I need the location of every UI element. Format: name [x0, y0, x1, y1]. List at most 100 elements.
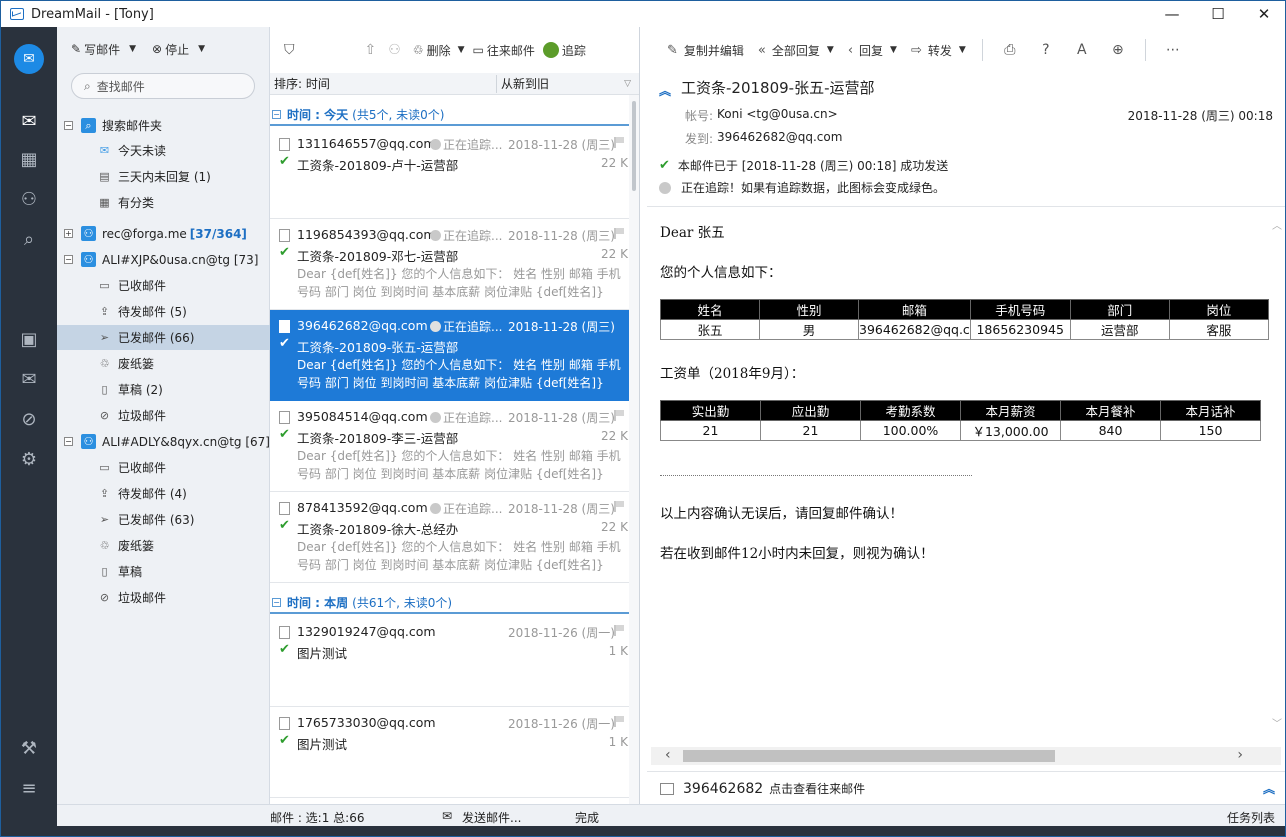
collapse-toggle[interactable]: −	[272, 597, 281, 607]
contacts-icon[interactable]: ⚇	[1, 181, 57, 217]
close-button[interactable]: ✕	[1241, 1, 1285, 27]
sort-dropdown-icon[interactable]: ▽	[624, 79, 631, 89]
tree-outbox[interactable]: ⇪ 待发邮件 (4)	[57, 481, 270, 506]
group-week[interactable]: − 时间 : 本周 (共61个, 未读0个)	[270, 592, 639, 614]
flag-icon[interactable]	[614, 716, 624, 727]
tools-icon[interactable]: ⚒	[1, 730, 57, 766]
tree-inbox[interactable]: ▭ 已收邮件	[57, 455, 270, 480]
tree-inbox[interactable]: ▭ 已收邮件	[57, 273, 270, 298]
message-row-selected[interactable]: 396462682@qq.com 正在追踪... 2018-11-28 (周三)…	[270, 310, 639, 401]
search-mail-input[interactable]: ⌕ 查找邮件	[71, 73, 255, 99]
tree-trash[interactable]: ♲ 废纸篓	[57, 351, 270, 376]
tree-three-days-unreplied[interactable]: ▤ 三天内未回复 (1)	[57, 164, 270, 189]
scroll-down-icon[interactable]: ﹀	[1272, 715, 1282, 730]
sort-field[interactable]: 排序: 时间	[274, 75, 330, 92]
tree-categorized[interactable]: ▦ 有分类	[57, 190, 270, 215]
sending-status[interactable]: 发送邮件...	[462, 809, 521, 826]
message-row[interactable]: 395084514@qq.com 正在追踪... 2018-11-28 (周三)…	[270, 401, 639, 492]
collapse-toggle[interactable]: −	[64, 121, 73, 130]
tree-spam[interactable]: ⊘ 垃圾邮件	[57, 585, 270, 610]
track-button[interactable]: 追踪	[542, 42, 586, 59]
collapse-toggle[interactable]: −	[64, 255, 73, 264]
expand-toggle[interactable]: +	[64, 229, 73, 238]
reply-all-button[interactable]: « 全部回复 ▼	[758, 42, 834, 59]
move-up-icon[interactable]: ⇧	[365, 42, 377, 58]
flag-icon[interactable]	[614, 228, 624, 239]
chevron-down-icon[interactable]: ▼	[129, 44, 136, 54]
scroll-right-icon[interactable]: ›	[1237, 747, 1243, 763]
tree-account-adly[interactable]: − ⚇ ALI#ADLY&8qyx.cn@tg [67]	[57, 429, 270, 454]
message-row[interactable]: 1311646557@qq.com 正在追踪... 2018-11-28 (周三…	[270, 128, 639, 219]
message-row[interactable]: 1196854393@qq.com 正在追踪... 2018-11-28 (周三…	[270, 219, 639, 310]
attachment-icon[interactable]: ⊘	[1, 401, 57, 437]
chevron-down-icon[interactable]: ▼	[959, 45, 966, 55]
tree-drafts[interactable]: ▯ 草稿	[57, 559, 270, 584]
flag-icon[interactable]	[614, 137, 624, 148]
more-icon[interactable]: ⋯	[1162, 39, 1184, 61]
font-icon[interactable]: A	[1071, 39, 1093, 61]
help-icon[interactable]: ?	[1035, 39, 1057, 61]
settings-icon[interactable]: ⚙	[1, 441, 57, 477]
send-icon[interactable]: ✉	[1, 361, 57, 397]
tree-trash[interactable]: ♲ 废纸篓	[57, 533, 270, 558]
chevron-down-icon[interactable]: ▼	[827, 45, 834, 55]
sort-order[interactable]: 从新到旧	[501, 75, 549, 92]
flag-icon[interactable]	[614, 410, 624, 421]
task-list-button[interactable]: 任务列表	[1227, 809, 1275, 826]
horizontal-scrollbar[interactable]: ‹ ›	[651, 747, 1281, 765]
flag-icon[interactable]	[614, 625, 624, 636]
copy-edit-button[interactable]: ✎ 复制并编辑	[667, 42, 744, 59]
body-scrollbar[interactable]: ︿ ﹀	[1269, 207, 1285, 749]
forward-button[interactable]: ⇨ 转发 ▼	[911, 42, 966, 59]
tree-drafts[interactable]: ▯ 草稿 (2)	[57, 377, 270, 402]
tree-account-xjp[interactable]: − ⚇ ALI#XJP&0usa.cn@tg [73]	[57, 247, 270, 272]
to-value[interactable]: 396462682@qq.com	[717, 130, 842, 144]
compose-button[interactable]: ✎ 写邮件 ▼	[71, 41, 136, 58]
scroll-up-icon[interactable]: ︿	[1272, 217, 1282, 232]
tree-sent[interactable]: ➢ 已发邮件 (63)	[57, 507, 270, 532]
tree-search-folder[interactable]: − ⌕ 搜索邮件夹	[57, 113, 270, 138]
collapse-header-icon[interactable]: ︽	[659, 82, 671, 99]
reply-button[interactable]: ‹ 回复 ▼	[848, 42, 897, 59]
print-icon[interactable]: ⎙	[999, 39, 1021, 61]
scrollbar-thumb[interactable]	[683, 750, 1055, 762]
collapse-toggle[interactable]: −	[272, 109, 281, 119]
tree-spam[interactable]: ⊘ 垃圾邮件	[57, 403, 270, 428]
stop-button[interactable]: ⊗ 停止 ▼	[152, 41, 205, 58]
expand-up-icon[interactable]: ︽	[1263, 780, 1275, 797]
filter-icon[interactable]: ⛉	[284, 42, 295, 58]
address-book-icon[interactable]: ▣	[1, 321, 57, 357]
folder-label: 三天内未回复 (1)	[118, 170, 211, 184]
scrollbar-thumb[interactable]	[632, 101, 636, 191]
zoom-icon[interactable]: ⊕	[1107, 39, 1129, 61]
list-scrollbar[interactable]	[629, 95, 639, 826]
tree-account-rec[interactable]: + ⚇ rec@forga.me [37/364]	[57, 221, 270, 246]
tree-today-unread[interactable]: ✉ 今天未读	[57, 138, 270, 163]
flag-icon[interactable]	[614, 319, 624, 330]
history-button[interactable]: ▭ 往来邮件	[473, 42, 535, 59]
contact-hint[interactable]: 点击查看往来邮件	[769, 780, 865, 797]
minimize-button[interactable]: —	[1149, 1, 1195, 27]
scroll-left-icon[interactable]: ‹	[665, 747, 671, 763]
chevron-down-icon[interactable]: ▼	[890, 45, 897, 55]
contact-name[interactable]: 396462682	[683, 781, 763, 797]
flag-icon[interactable]	[614, 501, 624, 512]
message-row[interactable]: 1765733030@qq.com 2018-11-26 (周一) ✔ 图片测试…	[270, 707, 639, 798]
message-row[interactable]: 878413592@qq.com 正在追踪... 2018-11-28 (周三)…	[270, 492, 639, 583]
menu-icon[interactable]: ≡	[1, 770, 57, 806]
envelope-icon[interactable]: ✉	[1, 103, 57, 139]
maximize-button[interactable]: ☐	[1195, 1, 1241, 27]
tree-outbox[interactable]: ⇪ 待发邮件 (5)	[57, 299, 270, 324]
contact-bar[interactable]: 396462682 点击查看往来邮件 ︽	[647, 771, 1285, 805]
calendar-icon[interactable]: ▦	[1, 141, 57, 177]
delete-button[interactable]: ♲ 删除 ▼	[413, 42, 465, 59]
tree-sent[interactable]: ➢ 已发邮件 (66)	[57, 325, 270, 350]
mail-logo-icon[interactable]: ✉	[14, 44, 44, 74]
group-today[interactable]: − 时间 : 今天 (共5个, 未读0个)	[270, 104, 639, 126]
collapse-toggle[interactable]: −	[64, 437, 73, 446]
chevron-down-icon[interactable]: ▼	[198, 44, 205, 54]
reply-icon: ‹	[847, 42, 854, 58]
chevron-down-icon[interactable]: ▼	[458, 45, 465, 55]
search-icon[interactable]: ⌕	[1, 221, 57, 257]
message-row[interactable]: 1329019247@qq.com 2018-11-26 (周一) ✔ 图片测试…	[270, 616, 639, 707]
